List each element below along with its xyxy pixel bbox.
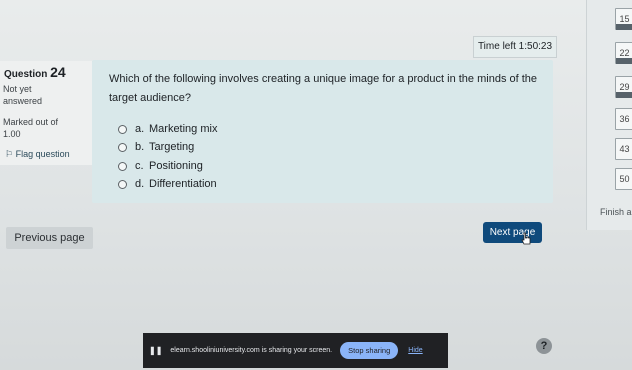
option-letter: c. xyxy=(135,160,144,172)
option-a[interactable]: a. Marketing mix xyxy=(118,123,217,135)
answered-bar xyxy=(616,24,632,30)
option-letter: d. xyxy=(135,178,145,190)
option-text: Targeting xyxy=(149,141,195,153)
sharing-message: elearn.shooliniuniversity.com is sharing… xyxy=(170,347,333,354)
flag-question-label: Flag question xyxy=(15,149,70,159)
hand-cursor-icon xyxy=(521,232,531,245)
nav-number: 36 xyxy=(619,114,630,124)
question-info-panel: Question 24 Not yet answered Marked out … xyxy=(0,61,93,165)
option-text: Differentiation xyxy=(149,178,217,190)
nav-question-22[interactable]: 22 xyxy=(615,42,632,64)
time-left-display: Time left 1:50:23 xyxy=(473,36,557,58)
radio-button[interactable] xyxy=(118,179,127,189)
option-letter: b. xyxy=(135,141,145,153)
question-number-value: 24 xyxy=(50,64,66,80)
option-letter: a. xyxy=(135,123,145,135)
quiz-navigation-panel: 15 22 29 36 43 50 xyxy=(586,0,632,230)
radio-button[interactable] xyxy=(118,142,127,152)
nav-number: 43 xyxy=(619,144,630,154)
pause-icon: ❚❚ xyxy=(149,346,163,355)
finish-attempt-link[interactable]: Finish a xyxy=(600,207,632,217)
hide-link[interactable]: Hide xyxy=(408,347,422,354)
marks-info: Marked out of 1.00 xyxy=(3,117,59,139)
option-b[interactable]: b. Targeting xyxy=(118,141,194,153)
option-d[interactable]: d. Differentiation xyxy=(118,178,217,190)
flag-question-link[interactable]: ⚐ Flag question xyxy=(5,149,70,160)
radio-button[interactable] xyxy=(118,161,127,171)
nav-question-50[interactable]: 50 xyxy=(615,168,632,190)
question-text: Which of the following involves creating… xyxy=(109,73,538,104)
nav-question-36[interactable]: 36 xyxy=(615,108,632,130)
nav-number: 50 xyxy=(619,174,630,184)
previous-page-button[interactable]: Previous page xyxy=(6,227,93,249)
answered-bar xyxy=(616,58,632,64)
option-text: Marketing mix xyxy=(149,123,218,135)
nav-question-43[interactable]: 43 xyxy=(615,138,632,160)
next-page-button[interactable]: Next page xyxy=(483,222,542,243)
option-text: Positioning xyxy=(149,160,203,172)
answer-status: Not yet answered xyxy=(3,84,43,106)
nav-number: 29 xyxy=(619,82,630,92)
question-number: Question 24 xyxy=(4,64,66,80)
flag-icon: ⚐ xyxy=(5,149,14,159)
stop-sharing-button[interactable]: Stop sharing xyxy=(340,342,399,359)
nav-question-29[interactable]: 29 xyxy=(615,76,632,98)
nav-question-15[interactable]: 15 xyxy=(615,8,632,30)
radio-button[interactable] xyxy=(118,124,127,134)
answered-bar xyxy=(616,92,632,98)
help-button[interactable]: ? xyxy=(536,338,552,354)
nav-number: 15 xyxy=(619,14,630,24)
screen-sharing-bar: ❚❚ elearn.shooliniuniversity.com is shar… xyxy=(143,333,448,368)
nav-number: 22 xyxy=(619,48,630,58)
option-c[interactable]: c. Positioning xyxy=(118,160,203,172)
question-label: Question xyxy=(4,69,48,80)
question-card: Which of the following involves creating… xyxy=(92,60,553,203)
